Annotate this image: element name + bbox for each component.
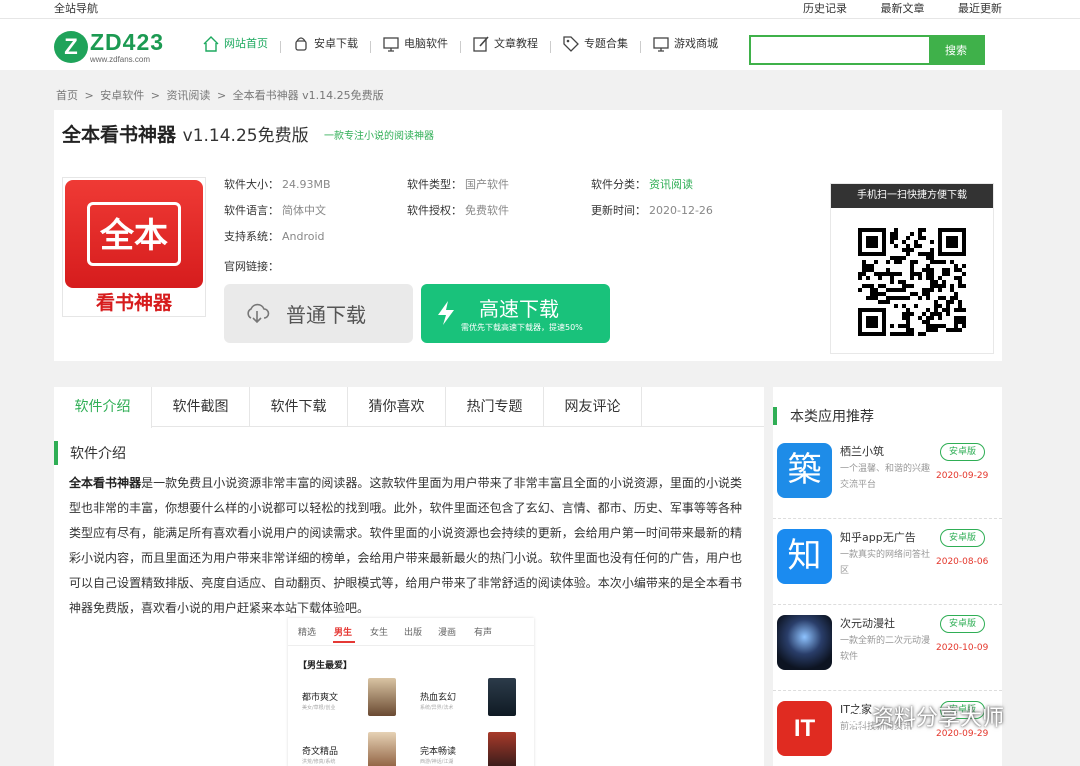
nav-divider — [460, 41, 461, 53]
info-website: 官网链接： — [224, 260, 279, 273]
book-icon: 全本 — [65, 180, 203, 288]
intro-app-name: 全本看书神器 — [69, 476, 142, 490]
tab-comments[interactable]: 网友评论 — [544, 387, 642, 427]
tag-icon — [563, 36, 579, 52]
search-input[interactable] — [751, 37, 929, 63]
info-update-time: 更新时间： 2020-12-26 — [591, 204, 713, 217]
wechat-icon — [845, 710, 865, 727]
main-content: 软件介绍 软件截图 软件下载 猜你喜欢 热门专题 网友评论 软件介绍 全本看书神… — [54, 387, 764, 766]
list-item[interactable]: 築 栖兰小筑 一个温馨、和谐的兴趣交流平台 安卓版 2020-09-29 — [773, 433, 1002, 519]
app-icon[interactable] — [777, 615, 832, 670]
section-heading: 软件介绍 — [54, 441, 764, 465]
breadcrumb: 首页 > 安卓软件 > 资讯阅读 > 全本看书神器 v1.14.25免费版 — [56, 87, 387, 103]
platform-badge[interactable]: 安卓版 — [940, 443, 985, 461]
crumb-android[interactable]: 安卓软件 — [100, 89, 144, 102]
search-box: 搜索 — [749, 35, 985, 65]
qr-title: 手机扫一扫快捷方便下载 — [831, 184, 993, 208]
info-category: 软件分类： 资讯阅读 — [591, 178, 693, 191]
logo-url: www.zdfans.com — [90, 55, 151, 64]
book-cover[interactable] — [368, 678, 396, 716]
tab-intro[interactable]: 软件介绍 — [54, 387, 152, 428]
nav-divider — [370, 41, 371, 53]
nav-divider — [280, 41, 281, 53]
tab-recommend[interactable]: 猜你喜欢 — [348, 387, 446, 427]
crumb-current: 全本看书神器 v1.14.25免费版 — [232, 89, 384, 102]
qr-code[interactable] — [858, 228, 966, 336]
recent-updates-link[interactable]: 最近更新 — [958, 2, 1002, 15]
site-nav-link[interactable]: 全站导航 — [54, 0, 98, 16]
cloud-download-icon — [247, 303, 270, 324]
qr-panel: 手机扫一扫快捷方便下载 — [830, 183, 994, 354]
platform-badge[interactable]: 安卓版 — [940, 615, 985, 633]
app-icon[interactable]: 知 — [777, 529, 832, 584]
info-os: 支持系统： Android — [224, 230, 325, 243]
tab-hot-topics[interactable]: 热门专题 — [446, 387, 544, 427]
list-item[interactable]: 次元动漫社 一款全新的二次元动漫软件 安卓版 2020-10-09 — [773, 605, 1002, 691]
top-links: 历史记录 最新文章 最近更新 — [773, 0, 1002, 16]
nav-home[interactable]: 网站首页 — [202, 35, 268, 59]
tab-download[interactable]: 软件下载 — [250, 387, 348, 427]
content-tabs: 软件介绍 软件截图 软件下载 猜你喜欢 热门专题 网友评论 — [54, 387, 764, 428]
app-summary: 全本看书神器 v1.14.25免费版 一款专注小说的阅读神器 全本 看书神器 软… — [54, 110, 1002, 361]
info-type: 软件类型： 国产软件 — [407, 178, 509, 191]
fast-download-button[interactable]: 高速下载 需优先下载高速下载器，提速50% — [421, 284, 610, 343]
nav-divider — [640, 41, 641, 53]
app-icon-subtitle: 看书神器 — [95, 292, 172, 314]
app-version: v1.14.25免费版 — [182, 126, 309, 146]
info-size: 软件大小： 24.93MB — [224, 178, 331, 191]
lightning-icon — [438, 301, 454, 325]
logo-mark: Z — [54, 31, 88, 63]
nav-game-store[interactable]: 游戏商城 — [652, 35, 718, 59]
logo-text: ZD423 — [90, 29, 165, 55]
book-cover[interactable] — [368, 732, 396, 766]
search-button[interactable]: 搜索 — [929, 37, 983, 63]
android-icon — [295, 37, 307, 51]
book-cover[interactable] — [488, 678, 516, 716]
watermark: 资料分享大师 — [844, 700, 1004, 732]
app-slogan: 一款专注小说的阅读神器 — [324, 131, 434, 142]
home-icon — [203, 36, 219, 52]
nav-topics[interactable]: 专题合集 — [562, 35, 628, 59]
monitor-icon — [653, 37, 669, 52]
crumb-separator: > — [150, 89, 160, 102]
crumb-separator: > — [84, 89, 94, 102]
tab-screenshots[interactable]: 软件截图 — [152, 387, 250, 427]
info-language: 软件语言： 简体中文 — [224, 204, 326, 217]
book-cover[interactable] — [488, 732, 516, 766]
page-title: 全本看书神器 v1.14.25免费版 — [62, 124, 309, 146]
nav-android[interactable]: 安卓下载 — [292, 35, 358, 59]
platform-badge[interactable]: 安卓版 — [940, 529, 985, 547]
list-item[interactable]: 知 知乎app无广告 一款真实的网络问答社区 安卓版 2020-08-06 — [773, 519, 1002, 605]
site-logo[interactable]: Z ZD423 www.zdfans.com — [54, 29, 180, 64]
top-bar: 全站导航 历史记录 最新文章 最近更新 — [0, 0, 1080, 18]
intro-paragraph: 全本看书神器是一款免费且小说资源非常丰富的阅读器。这款软件里面为用户带来了非常丰… — [69, 476, 742, 615]
nav-articles[interactable]: 文章教程 — [472, 35, 538, 59]
app-icon: 全本 看书神器 — [62, 177, 206, 317]
app-screenshot: 精选 男生 女生 出版 漫画 有声 【男生最爱】 都市爽文 美女/草根/创业 热… — [288, 618, 534, 766]
info-license: 软件授权： 免费软件 — [407, 204, 509, 217]
header: Z ZD423 www.zdfans.com 网站首页 安卓下载 电脑软件 文章… — [0, 18, 1080, 70]
edit-icon — [473, 36, 489, 52]
nav-pc-software[interactable]: 电脑软件 — [382, 35, 448, 59]
sidebar-title: 本类应用推荐 — [773, 407, 1002, 425]
screenshot-tabs: 精选 男生 女生 出版 漫画 有声 — [288, 618, 534, 646]
crumb-separator: > — [216, 89, 227, 102]
crumb-home[interactable]: 首页 — [56, 89, 78, 102]
history-link[interactable]: 历史记录 — [803, 2, 847, 15]
category-link[interactable]: 资讯阅读 — [649, 178, 693, 191]
app-icon[interactable]: 築 — [777, 443, 832, 498]
nav-divider — [550, 41, 551, 53]
monitor-icon — [383, 37, 399, 52]
latest-articles-link[interactable]: 最新文章 — [881, 2, 925, 15]
app-icon[interactable]: IT — [777, 701, 832, 756]
crumb-category[interactable]: 资讯阅读 — [166, 89, 210, 102]
normal-download-button[interactable]: 普通下载 — [224, 284, 413, 343]
